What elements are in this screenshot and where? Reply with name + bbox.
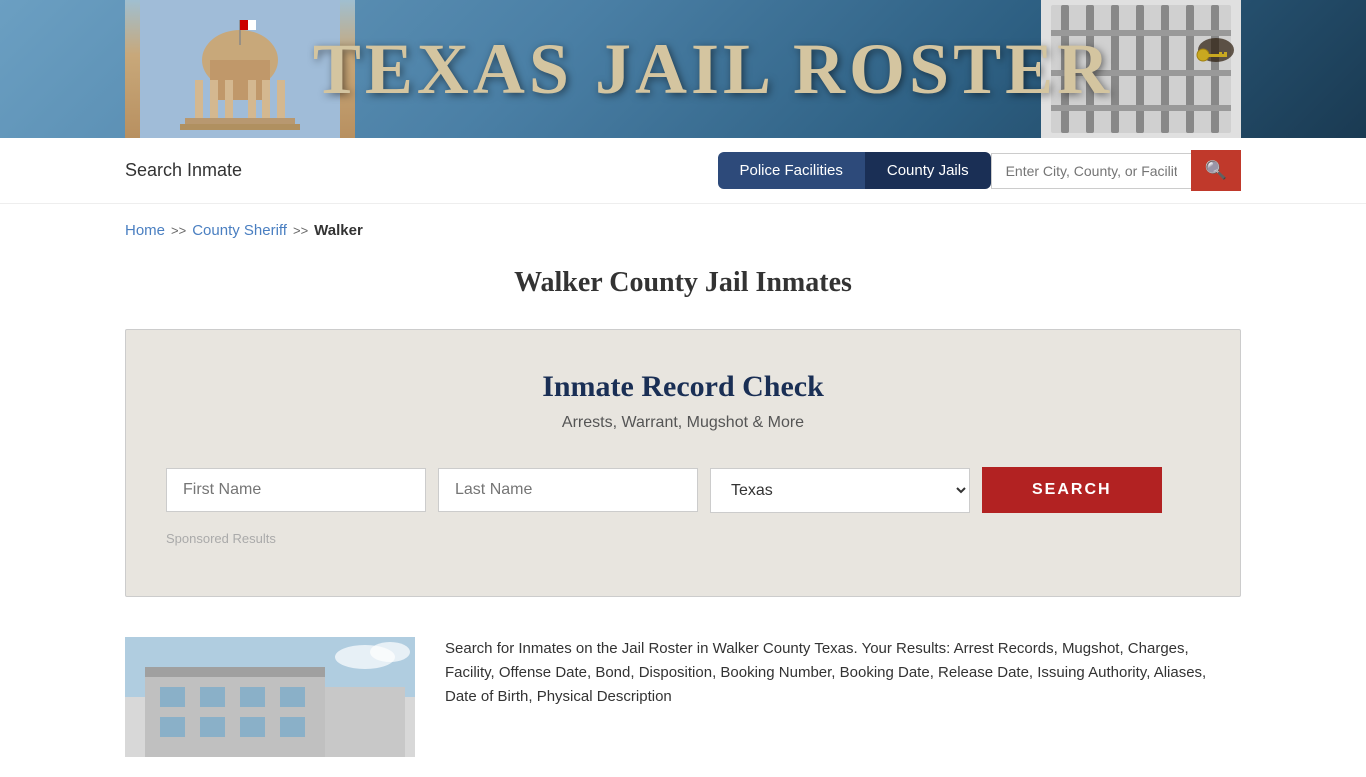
breadcrumb: Home >> County Sheriff >> Walker [0, 204, 1366, 249]
last-name-input[interactable] [438, 468, 698, 512]
breadcrumb-sep1: >> [171, 223, 186, 238]
building-image [125, 637, 415, 757]
record-check-box: Inmate Record Check Arrests, Warrant, Mu… [125, 329, 1241, 597]
breadcrumb-current: Walker [314, 222, 363, 239]
county-jails-button[interactable]: County Jails [865, 152, 991, 189]
police-facilities-button[interactable]: Police Facilities [718, 152, 865, 189]
search-icon: 🔍 [1205, 160, 1227, 181]
record-check-subtitle: Arrests, Warrant, Mugshot & More [166, 414, 1200, 432]
first-name-input[interactable] [166, 468, 426, 512]
nav-bar: Search Inmate Police Facilities County J… [0, 138, 1366, 204]
breadcrumb-home[interactable]: Home [125, 222, 165, 239]
facility-search-button[interactable]: 🔍 [1191, 150, 1241, 191]
record-check-title: Inmate Record Check [166, 370, 1200, 404]
sponsored-results-label: Sponsored Results [166, 531, 1200, 546]
facility-search-wrap: 🔍 [991, 150, 1241, 191]
page-title-wrap: Walker County Jail Inmates [0, 249, 1366, 329]
record-check-form: AlabamaAlaskaArizonaArkansasCaliforniaCo… [166, 467, 1200, 513]
state-select[interactable]: AlabamaAlaskaArizonaArkansasCaliforniaCo… [710, 468, 970, 513]
bottom-section: Search for Inmates on the Jail Roster in… [0, 627, 1366, 777]
search-button[interactable]: SEARCH [982, 467, 1162, 513]
breadcrumb-county-sheriff[interactable]: County Sheriff [192, 222, 287, 239]
facility-search-input[interactable] [991, 153, 1191, 189]
nav-buttons: Police Facilities County Jails 🔍 [718, 150, 1242, 191]
breadcrumb-sep2: >> [293, 223, 308, 238]
page-title: Walker County Jail Inmates [0, 267, 1366, 299]
site-title: TEXAS JAIL ROSTER [313, 28, 1113, 111]
search-inmate-label: Search Inmate [125, 160, 242, 181]
header-banner: TEXAS JAIL ROSTER [0, 0, 1366, 138]
bottom-description: Search for Inmates on the Jail Roster in… [445, 637, 1241, 709]
